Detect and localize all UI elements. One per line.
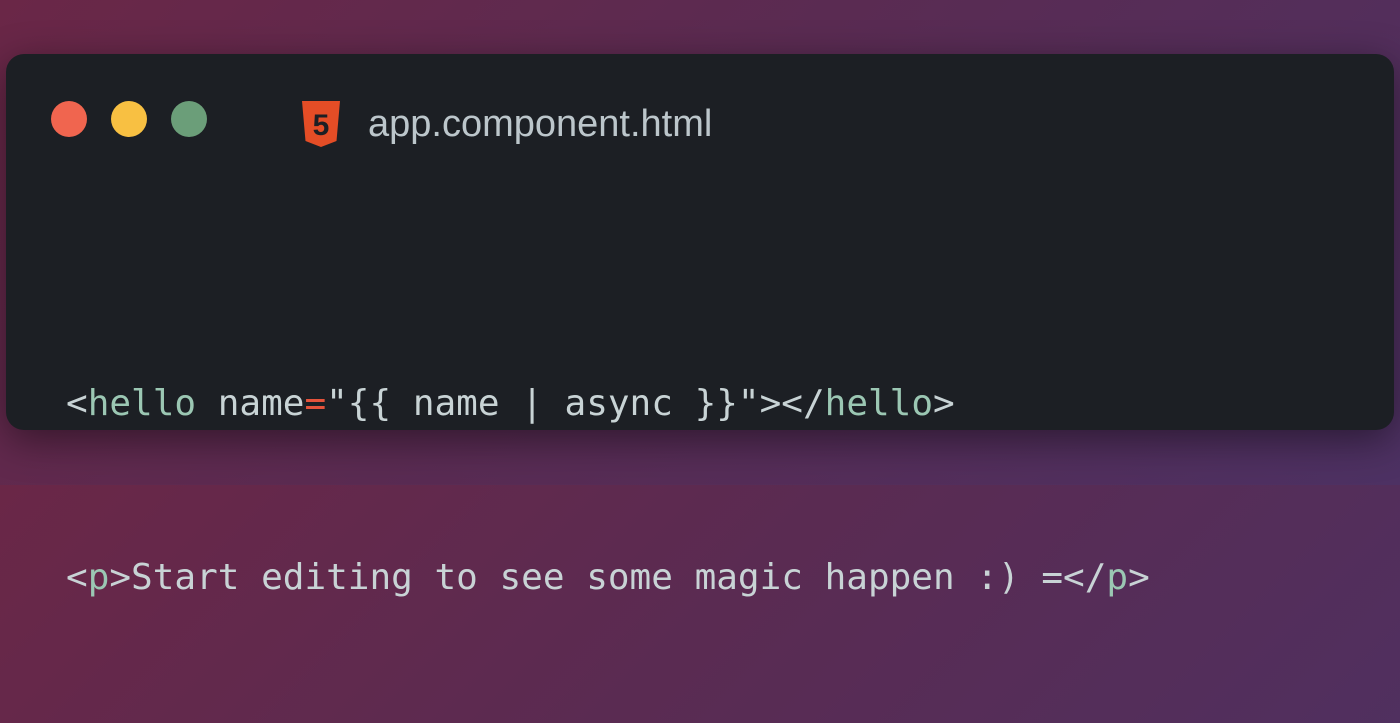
- code-token-text: </: [781, 383, 825, 424]
- code-token-tag: hello: [824, 383, 934, 424]
- code-token-operator: =: [304, 383, 327, 424]
- code-token-text: <: [66, 557, 88, 598]
- html5-glyph: 5: [313, 109, 330, 142]
- code-token-tag: p: [1106, 557, 1129, 598]
- code-window: 5 app.component.html <hello name="{{ nam…: [6, 54, 1394, 598]
- zoom-button[interactable]: [171, 101, 207, 137]
- file-name: app.component.html: [368, 103, 713, 145]
- code-line-1: <hello name="{{ name | async }}"></hello…: [66, 375, 1150, 433]
- close-button[interactable]: [51, 101, 87, 137]
- code-token-tag: hello: [87, 383, 197, 424]
- code-line-2: <p>Start editing to see some magic happe…: [66, 549, 1150, 607]
- code-token-text: name: [196, 383, 305, 424]
- code-token-text: <: [66, 383, 88, 424]
- code-token-text: "{{ name | async }}">: [326, 383, 782, 424]
- code-token-text: >: [933, 383, 955, 424]
- code-token-tag: p: [87, 557, 110, 598]
- code-token-text: </: [1063, 557, 1107, 598]
- minimize-button[interactable]: [111, 101, 147, 137]
- code-block: <hello name="{{ name | async }}"></hello…: [66, 259, 1150, 723]
- html5-icon: 5: [302, 101, 340, 147]
- code-token-text: >Start editing to see some magic happen …: [109, 557, 1064, 598]
- code-token-text: >: [1128, 557, 1150, 598]
